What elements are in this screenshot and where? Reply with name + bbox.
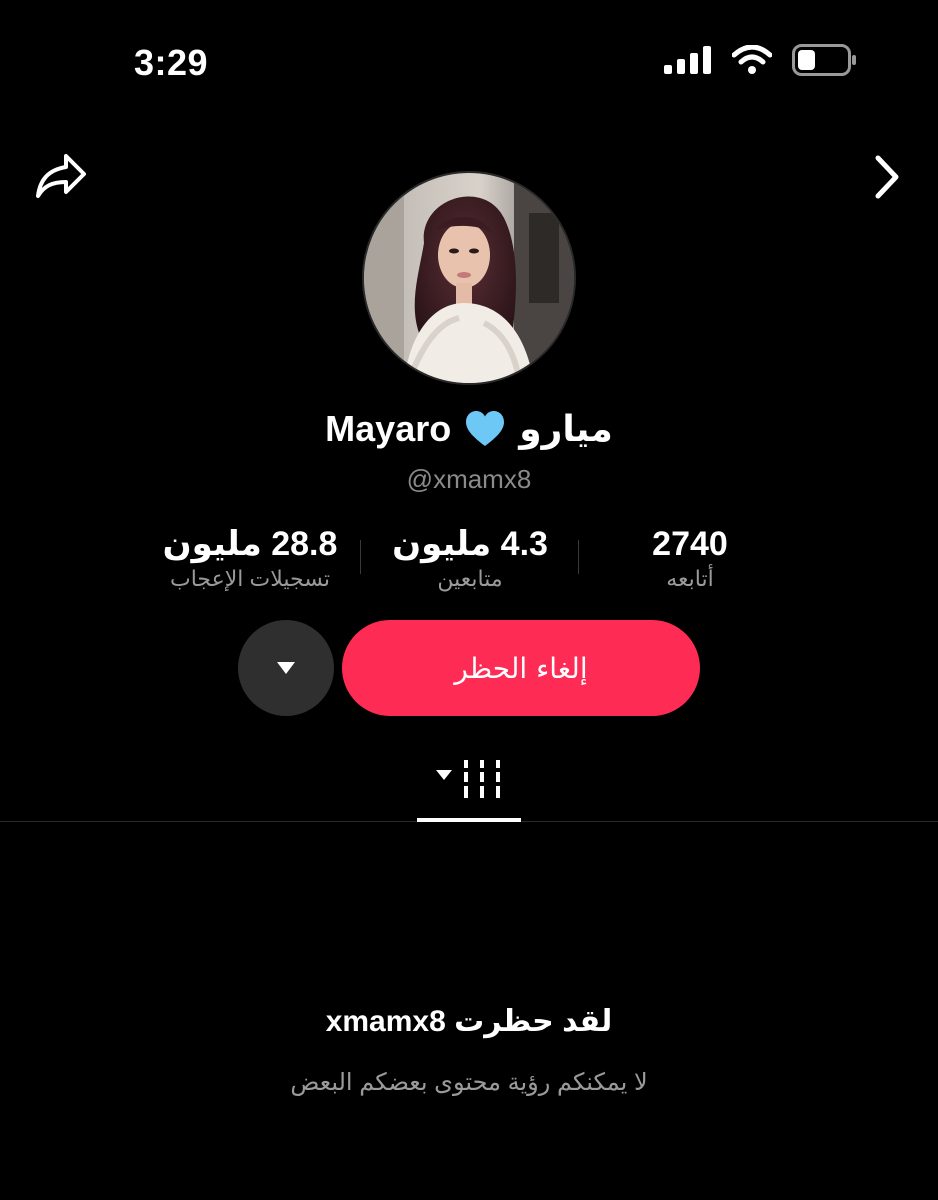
display-name: Mayaro ميارو [0,408,938,450]
likes-count: 28.8 مليون [162,525,338,563]
status-icons [664,44,858,76]
blue-heart-icon [466,411,505,446]
blocked-subtitle: لا يمكنكم رؤية محتوى بعضكم البعض [290,1069,648,1096]
display-name-latin: Mayaro [325,408,452,449]
following-count: 2740 [652,525,728,563]
display-name-arabic: ميارو [519,408,613,449]
stat-divider [360,540,361,574]
followers-label: متابعين [437,566,503,591]
avatar-photo [364,173,574,383]
followers-count: 4.3 مليون [392,525,548,563]
stat-following[interactable]: 2740 أتابعه [610,524,770,594]
username: @xmamx8 [406,464,532,494]
unblock-button[interactable]: إلغاء الحظر [342,620,700,716]
grid-filter-icon[interactable] [418,758,522,802]
avatar[interactable] [364,173,574,383]
stat-likes[interactable]: 28.8 مليون تسجيلات الإعجاب [150,524,350,594]
status-time: 3:29 [134,42,209,83]
wifi-icon [732,45,772,74]
more-options-button[interactable] [238,620,334,716]
blocked-title: لقد حظرت xmamx8 [325,1005,613,1038]
cellular-signal-icon [664,46,711,74]
profile-stats: 28.8 مليون تسجيلات الإعجاب 4.3 مليون متا… [140,524,760,604]
likes-label: تسجيلات الإعجاب [170,566,330,591]
caret-down-icon [277,662,295,674]
following-label: أتابعه [666,566,714,591]
stat-followers[interactable]: 4.3 مليون متابعين [370,524,570,594]
active-tab-indicator [417,818,521,822]
profile-screen: 3:29 Mayaro ميارو @xmamx8 28.8 مليون تسج… [0,0,938,1200]
stat-divider [578,540,579,574]
chevron-right-icon[interactable] [872,154,902,200]
battery-icon [792,44,856,76]
share-icon[interactable] [34,152,88,202]
